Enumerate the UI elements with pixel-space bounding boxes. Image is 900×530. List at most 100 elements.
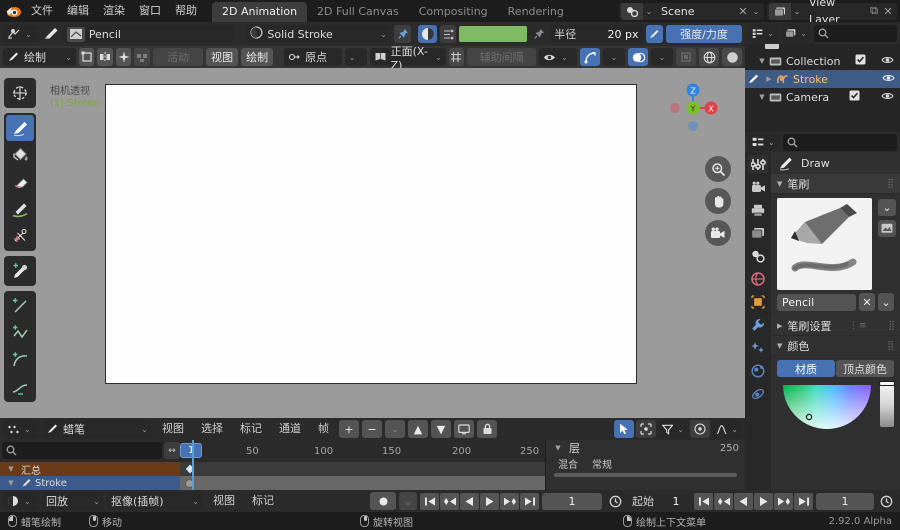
brush-panel-triangle[interactable]: ▼ <box>777 180 782 188</box>
camera-visibility-icon[interactable] <box>880 91 896 104</box>
blend-value[interactable]: 常规 <box>592 456 612 471</box>
expand-triangle-icon[interactable]: ▶ <box>762 75 776 83</box>
mode-selector[interactable]: 绘制 ⌄ <box>3 48 76 66</box>
gizmo-icon[interactable] <box>580 48 601 66</box>
polyline-tool[interactable] <box>6 320 34 346</box>
zoom-nav-button[interactable] <box>705 156 731 182</box>
scene-browse-chevron[interactable]: ⌄ <box>750 7 762 16</box>
resize-handle[interactable]: ↔ <box>164 442 180 459</box>
xray-icon[interactable] <box>676 48 697 66</box>
layers-expand-triangle[interactable]: ▼ <box>551 444 565 452</box>
menu-help[interactable]: 帮助 <box>168 0 204 22</box>
scene-icon-chevron[interactable]: ⌄ <box>643 7 655 16</box>
pin-icon[interactable] <box>393 25 412 43</box>
value-slider-handle[interactable] <box>879 381 895 386</box>
outliner-row-collection[interactable]: ▼ Collection <box>745 52 900 70</box>
next-keyframe-button[interactable] <box>500 492 519 510</box>
draw-tool[interactable] <box>6 115 34 141</box>
color-panel-header[interactable]: ▼ 颜色 ⣿ <box>771 336 900 356</box>
editor-type-selector[interactable]: ⌄ <box>3 25 39 43</box>
scene-selector[interactable]: ⌄ Scene ✕ ⌄ <box>619 2 764 20</box>
dopesheet-editor-selector[interactable]: ⌄ <box>3 420 39 438</box>
view-layer-icon-chevron[interactable]: ⌄ <box>791 7 803 16</box>
stroke-visibility-icon[interactable] <box>880 73 896 86</box>
tool-tab[interactable] <box>748 155 768 173</box>
dopesheet-track-area[interactable] <box>180 462 545 490</box>
brush-preview-image-icon[interactable] <box>878 220 896 237</box>
dope-menu-marker[interactable]: 标记 <box>233 418 269 440</box>
color-attribute-icon[interactable] <box>440 25 457 43</box>
eyedropper-tool[interactable] <box>6 258 34 284</box>
draw-button[interactable]: 绘制 <box>241 48 274 66</box>
brush-name-field[interactable]: Pencil <box>777 293 856 311</box>
color-wheel[interactable] <box>782 385 871 429</box>
outliner-row-camera[interactable]: ▼ Camera <box>745 88 900 106</box>
radius-slider[interactable]: 半径 20 px <box>550 25 643 43</box>
erase-tool[interactable] <box>6 169 34 195</box>
playhead[interactable] <box>192 440 194 490</box>
navigation-gizmo[interactable]: Z X Y <box>663 78 723 138</box>
object-tab[interactable] <box>748 293 768 311</box>
radius-value[interactable]: 20 px <box>608 28 639 41</box>
brush-panel-grip[interactable]: ⣿ <box>887 179 895 189</box>
constraints-tab[interactable] <box>748 385 768 403</box>
mode-label[interactable]: 绘制 <box>24 49 61 65</box>
prev-keyframe-button-2[interactable] <box>714 492 733 510</box>
plane-selector[interactable]: 正面(X-Z) ⌄ <box>369 45 446 72</box>
cursor-tool[interactable] <box>6 80 34 106</box>
view-layer-remove-icon[interactable]: ✕ <box>881 5 895 18</box>
channel-expand-triangle[interactable]: ▼ <box>4 465 18 473</box>
origin-selector[interactable]: 原点 <box>284 48 342 66</box>
world-tab[interactable] <box>748 270 768 288</box>
color-panel-grip[interactable]: ⣿ <box>887 341 895 351</box>
overlay-icon[interactable] <box>628 48 649 66</box>
guides-icon[interactable] <box>448 48 465 66</box>
channel-expand-triangle[interactable]: ▼ <box>4 479 18 487</box>
material-selector[interactable]: Solid Stroke ⌄ <box>246 25 391 43</box>
tint-tool[interactable] <box>6 196 34 222</box>
brush-browse-chevron[interactable]: ⌄ <box>878 293 894 311</box>
keying-label[interactable]: 抠像(插帧) <box>111 493 188 509</box>
brush-name-field[interactable]: Pencil <box>89 28 230 41</box>
arc-tool[interactable] <box>6 347 34 373</box>
brush-settings-preset-icon[interactable]: ⋮≡ <box>849 321 868 331</box>
line-tool[interactable] <box>6 293 34 319</box>
end-frame-field[interactable]: 1 <box>816 492 874 510</box>
falloff-icon[interactable]: ⌄ <box>712 420 742 438</box>
pencil-brush-preview[interactable] <box>777 198 872 290</box>
play-button[interactable] <box>480 492 499 510</box>
scene-icon[interactable] <box>621 2 643 20</box>
menu-window[interactable]: 窗口 <box>132 0 168 22</box>
shading-solid-icon[interactable] <box>722 48 743 66</box>
origin-chevron-box[interactable]: ⌄ <box>344 48 367 66</box>
radius-pressure-icon[interactable] <box>645 25 663 43</box>
modifier-tab[interactable] <box>748 316 768 334</box>
play-reverse-button-2[interactable] <box>734 492 753 510</box>
mirror-icon[interactable] <box>97 48 113 66</box>
view-layer-copy-icon[interactable]: ⧉ <box>867 4 881 18</box>
dopesheet-search-input[interactable] <box>2 442 162 459</box>
track-row[interactable] <box>180 476 545 490</box>
view-button[interactable]: 视图 <box>206 48 239 66</box>
visual-effects-tab[interactable] <box>748 339 768 357</box>
playback-label[interactable]: 回放 <box>46 493 89 509</box>
scene-name[interactable]: Scene <box>655 3 736 20</box>
origin-label[interactable]: 原点 <box>305 49 338 65</box>
dope-menu-view[interactable]: 视图 <box>155 418 191 440</box>
layers-panel-header[interactable]: ▼ 层 250 <box>546 440 745 456</box>
filter-funnel-icon[interactable]: ⌄ <box>658 420 688 438</box>
outliner-display-mode[interactable]: ⌄ <box>748 24 778 42</box>
collection-checkbox[interactable] <box>853 54 868 68</box>
properties-editor[interactable]: ⌄ Draw ▼ 笔刷 ⣿ ⌄ Pencil ✕ ⌄ ▶ 笔刷设置 ⋮≡ ⣿ ▼… <box>745 132 900 490</box>
tab-rendering[interactable]: Rendering <box>498 2 574 22</box>
multiframe-icon[interactable] <box>134 48 150 66</box>
layers-blend-row[interactable]: 混合 常规 <box>546 456 745 471</box>
tab-2d-animation[interactable]: 2D Animation <box>212 2 308 22</box>
menu-edit[interactable]: 编辑 <box>60 0 96 22</box>
play-reverse-button[interactable] <box>460 492 479 510</box>
jump-to-end-button[interactable] <box>520 492 539 510</box>
curve-tool[interactable] <box>6 374 34 400</box>
keying-menu[interactable]: 抠像(插帧) ⌄ <box>107 492 203 510</box>
properties-editor-selector[interactable]: ⌄ <box>748 133 780 151</box>
only-show-selected-icon[interactable] <box>454 420 474 438</box>
